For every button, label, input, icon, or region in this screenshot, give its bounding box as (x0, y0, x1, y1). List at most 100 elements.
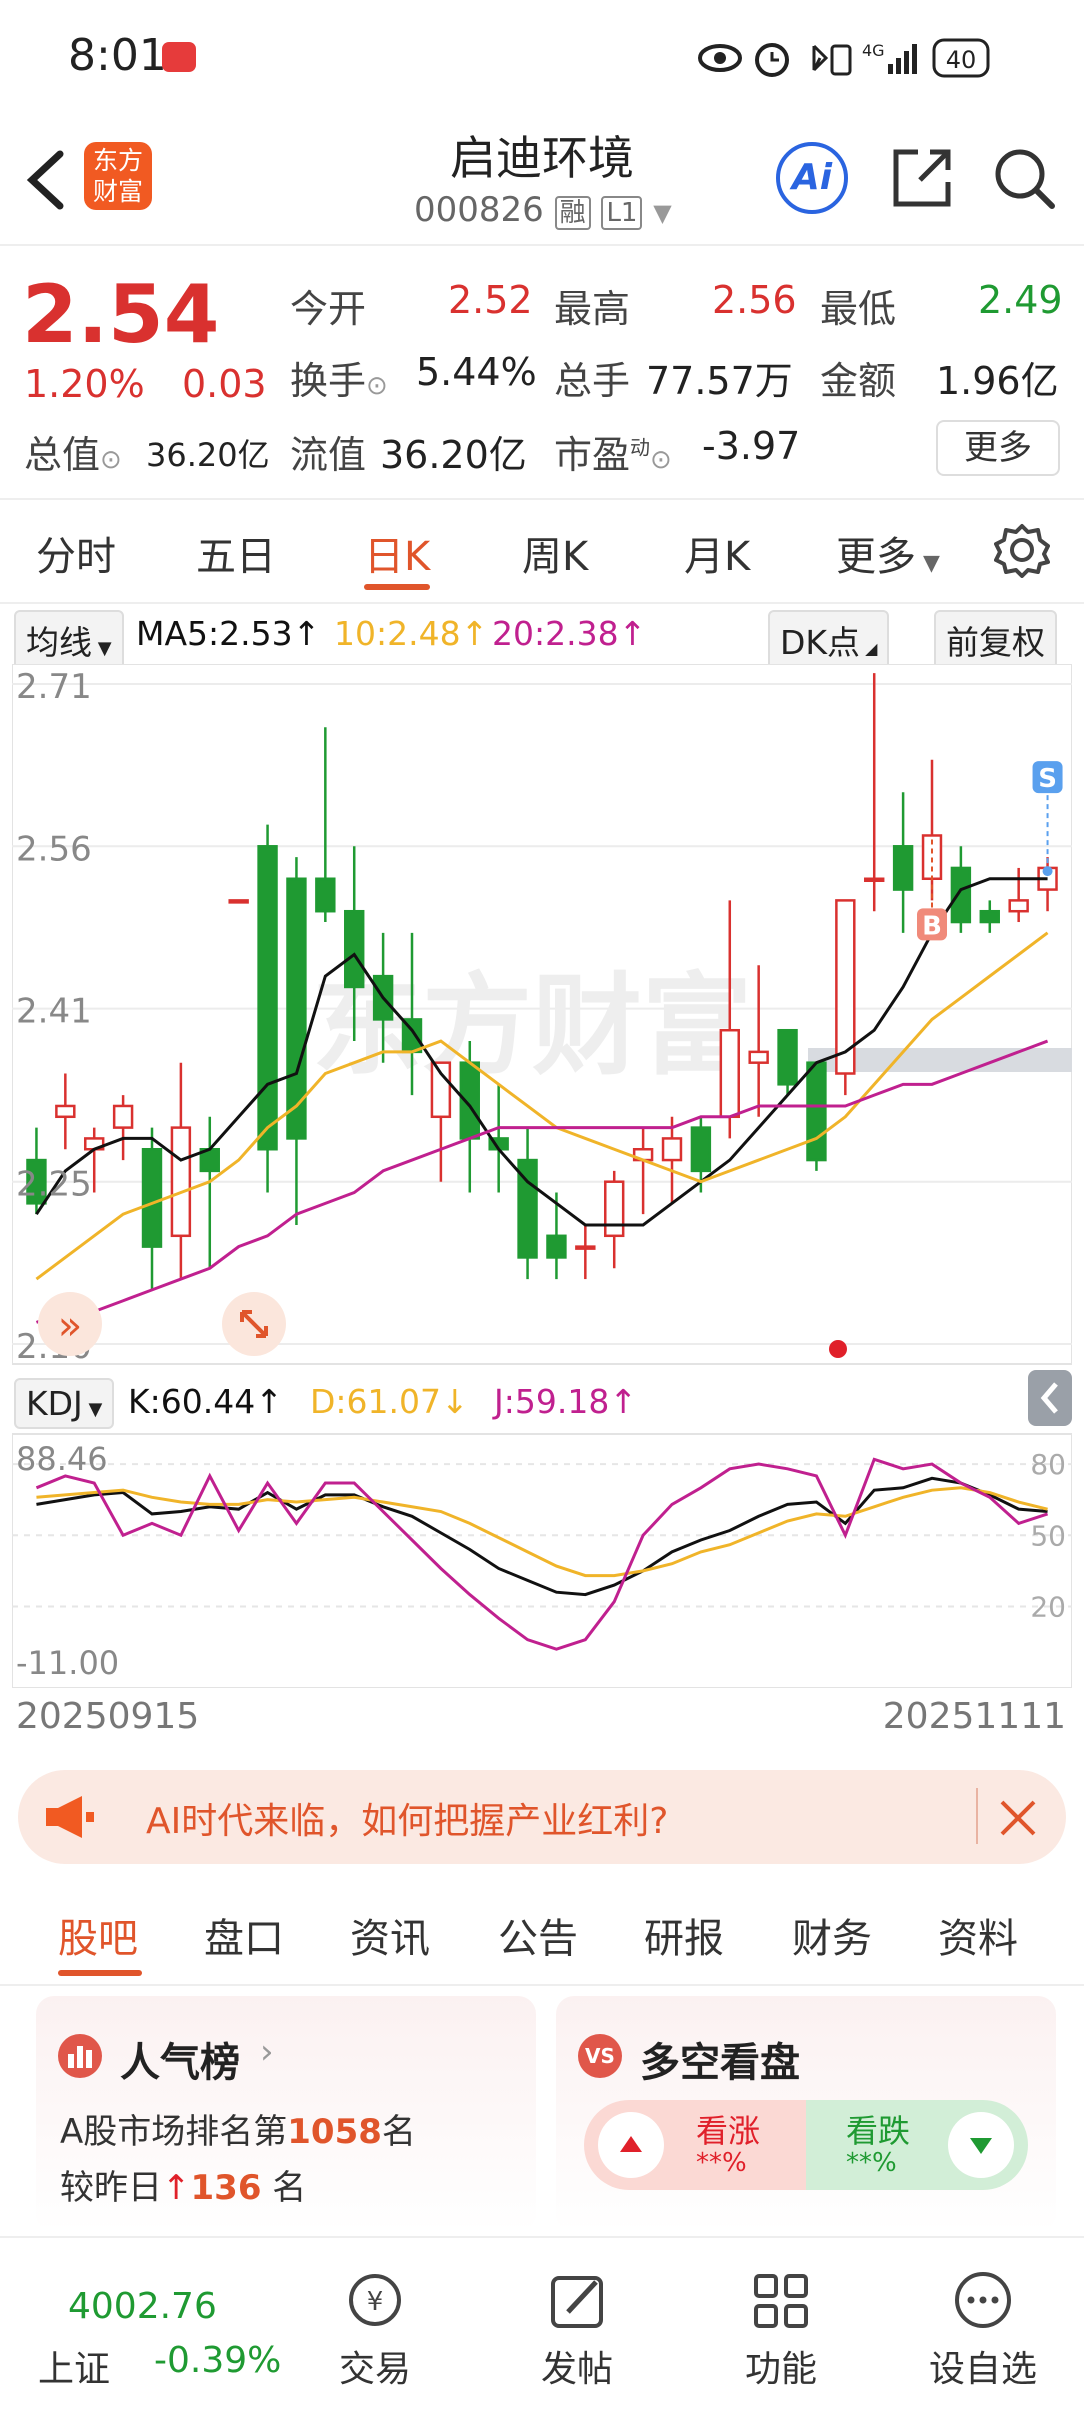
candle-body (55, 1104, 76, 1119)
tab-intraday[interactable]: 分时 (36, 524, 116, 582)
popularity-title: 人气榜 (120, 2040, 240, 2086)
kdj-right-tick: 50 (1030, 1519, 1066, 1552)
kdj-k-value: K:60.44↑ (128, 1382, 283, 1421)
candle-body (604, 1180, 625, 1238)
grid-icon (754, 2274, 808, 2328)
popularity-card[interactable]: 人气榜 › A股市场排名第1058名 较昨日↑136 名 (36, 1996, 536, 2232)
more-stats-button[interactable]: 更多 (936, 420, 1060, 476)
stock-code[interactable]: 000826 融 L1 ▼ (414, 190, 672, 230)
change-pct: 1.20% (24, 362, 145, 406)
kdj-min-label: -11.00 (16, 1644, 119, 1682)
trade-icon: ¥ (349, 2274, 401, 2326)
tab-profile[interactable]: 资料 (938, 1906, 1018, 1964)
promo-banner[interactable]: AI时代来临，如何把握产业红利? (18, 1770, 1066, 1864)
index-value[interactable]: 4002.76 (68, 2286, 217, 2327)
y-tick-label: 2.25 (16, 1165, 92, 1205)
float-label: 流值 (290, 433, 367, 477)
app-logo: 东方 财富 (84, 142, 152, 210)
ma-legend: 均线 ▼ MA5:2.53↑ 10:2.48↑ 20:2.38↑ DK点 ◢ 前… (0, 604, 1084, 670)
open-label: 今开 (290, 287, 367, 331)
tab-5day[interactable]: 五日 (196, 524, 276, 582)
adjust-button[interactable]: 前复权 (934, 610, 1057, 670)
sell-marker-label: S (1038, 764, 1057, 794)
search-icon[interactable] (992, 146, 1056, 210)
megaphone-icon (46, 1796, 94, 1838)
candle-body (344, 909, 365, 989)
share-icon[interactable] (890, 146, 954, 210)
ai-assistant-button[interactable]: Ai (776, 142, 848, 214)
trade-button[interactable]: ¥ 交易 (310, 2268, 440, 2392)
candle-body (546, 1234, 567, 1259)
candle-body (228, 899, 249, 904)
candle-body (430, 1061, 452, 1119)
turnover-value: 5.44% (416, 350, 537, 394)
back-arrow-icon[interactable] (20, 148, 70, 212)
sentiment-card: VS 多空看盘 看涨 **% 看跌 **% (556, 1996, 1056, 2232)
tab-orderbook[interactable]: 盘口 (204, 1906, 284, 1964)
ma10-value: 10:2.48↑ (334, 614, 489, 653)
dk-point-button[interactable]: DK点 ◢ (768, 610, 890, 670)
add-watchlist-button[interactable]: 设自选 (918, 2268, 1048, 2392)
status-icons: 4G 40 (698, 38, 990, 78)
tab-announcements[interactable]: 公告 (498, 1906, 578, 1964)
function-button[interactable]: 功能 (716, 2268, 846, 2392)
indicator-selector[interactable]: KDJ ▼ (14, 1378, 115, 1429)
content-tabs: 股吧 盘口 资讯 公告 研报 财务 资料 (0, 1886, 1084, 1986)
y-tick-label: 2.56 (16, 829, 92, 869)
candle-body (719, 1028, 740, 1119)
bearish-button[interactable]: 看跌 **% (806, 2100, 1028, 2190)
tab-monthly-k[interactable]: 月K (684, 524, 750, 582)
ma-selector[interactable]: 均线 ▼ (14, 610, 124, 670)
sentiment-title: 多空看盘 (640, 2040, 800, 2086)
kdj-right-tick: 80 (1030, 1448, 1066, 1481)
event-dot (829, 1340, 847, 1358)
index-change[interactable]: -0.39% (154, 2340, 281, 2381)
banner-text: AI时代来临，如何把握产业红利? (146, 1801, 669, 1842)
tab-forum[interactable]: 股吧 (58, 1906, 138, 1964)
kdj-right-tick: 20 (1030, 1590, 1066, 1623)
svg-text:4G: 4G (862, 41, 885, 60)
bullish-button[interactable]: 看涨 **% (584, 2100, 806, 2190)
y-tick-label: 2.41 (16, 992, 92, 1032)
candle-body (315, 877, 336, 913)
active-tab-underline (364, 584, 430, 590)
tab-financials[interactable]: 财务 (792, 1906, 872, 1964)
tab-research[interactable]: 研报 (644, 1906, 724, 1964)
svg-text:40: 40 (946, 46, 977, 74)
up-arrow-icon (620, 2136, 642, 2152)
low-label: 最低 (820, 287, 897, 331)
candle-body (892, 845, 914, 891)
amount-value: 1.96亿 (936, 359, 1059, 403)
candle-body (170, 1126, 192, 1238)
chart-settings-icon[interactable] (994, 522, 1050, 578)
rank-line: A股市场排名第1058名 (60, 2112, 416, 2152)
candle-body (141, 1147, 163, 1248)
high-value: 2.56 (712, 278, 797, 322)
volume-label: 总手 (554, 359, 631, 403)
index-name[interactable]: 上证 (38, 2340, 110, 2392)
candle-body (575, 1245, 596, 1250)
tab-more[interactable]: 更多 ▼ (836, 524, 940, 582)
kline-chart[interactable]: 东方财富 2.712.562.412.252.10 BS » 88.46-11.… (12, 664, 1072, 1688)
candle-body (979, 909, 1000, 924)
tab-daily-k[interactable]: 日K (364, 524, 430, 582)
date-range: 20250915 20251111 (0, 1696, 1084, 1746)
post-button[interactable]: 发帖 (512, 2268, 642, 2392)
close-icon[interactable] (998, 1798, 1038, 1838)
kdj-max-label: 88.46 (16, 1440, 108, 1478)
vibrate-icon (830, 44, 852, 76)
edit-icon (551, 2276, 603, 2328)
turnover-label: 换手⊙ (290, 359, 388, 403)
tab-news[interactable]: 资讯 (350, 1906, 430, 1964)
low-value: 2.49 (978, 278, 1063, 322)
bluetooth-icon (812, 44, 829, 72)
more-dots-icon (955, 2272, 1011, 2328)
svg-text:¥: ¥ (367, 2287, 384, 2317)
tab-weekly-k[interactable]: 周K (522, 524, 588, 582)
candle-body (950, 866, 972, 924)
candle-body (661, 1137, 683, 1162)
clock: 8:01 (68, 30, 167, 81)
open-value: 2.52 (448, 278, 533, 322)
candle-body (690, 1126, 712, 1173)
candle-body (1008, 899, 1029, 913)
